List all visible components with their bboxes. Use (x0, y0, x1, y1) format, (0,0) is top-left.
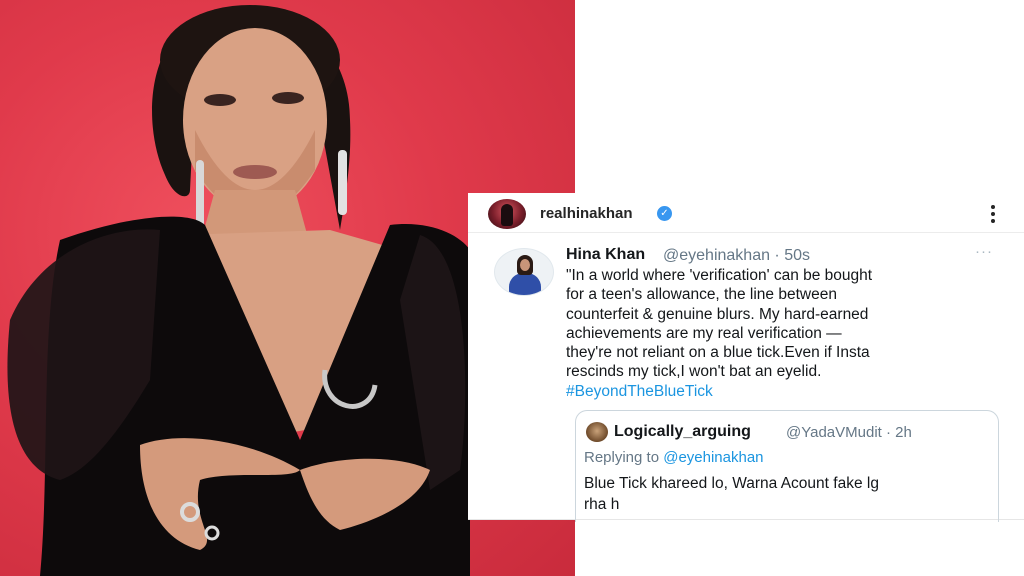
tweet-text-line: for a teen's allowance, the line between (566, 286, 837, 304)
tweet-author-avatar (494, 248, 554, 296)
verified-badge-icon: ✓ (657, 206, 672, 221)
quoted-text-line: Blue Tick khareed lo, Warna Acount fake … (584, 475, 879, 492)
tweet-text-line: they're not reliant on a blue tick.Even … (566, 344, 870, 362)
tweet-text-line: rescinds my tick,I won't bat an eyelid. (566, 363, 822, 381)
replying-to-label: Replying to (584, 449, 664, 466)
post-header: realhinakhan ✓ (468, 193, 1024, 233)
tweet-author-name: Hina Khan (566, 246, 646, 263)
replying-to-handle: @eyehinakhan (663, 449, 764, 466)
tweet-more-icon: ··· (975, 243, 993, 260)
tweet-text-line: achievements are my real verification — (566, 324, 842, 342)
quoted-text-line: rha h (584, 496, 620, 513)
quoted-tweet-text: Blue Tick khareed lo, Warna Acount fake … (584, 473, 989, 515)
profile-avatar[interactable] (488, 199, 526, 229)
profile-username[interactable]: realhinakhan (540, 205, 633, 222)
tweet-text: "In a world where 'verification' can be … (566, 266, 996, 382)
tweet-hashtag: #BeyondTheBlueTick (566, 383, 713, 400)
quoted-author-avatar (586, 422, 608, 442)
replying-to: Replying to @eyehinakhan (584, 449, 764, 466)
tweet-author-handle: @eyehinakhan · 50s (663, 247, 810, 264)
quoted-author-handle: @YadaVMudit · 2h (786, 424, 912, 441)
more-vertical-icon[interactable] (988, 203, 998, 225)
tweet-text-line: "In a world where 'verification' can be … (566, 267, 873, 284)
quoted-author-name: Logically_arguing (614, 423, 751, 440)
tweet-text-line: counterfeit & genuine blurs. My hard-ear… (566, 305, 869, 323)
